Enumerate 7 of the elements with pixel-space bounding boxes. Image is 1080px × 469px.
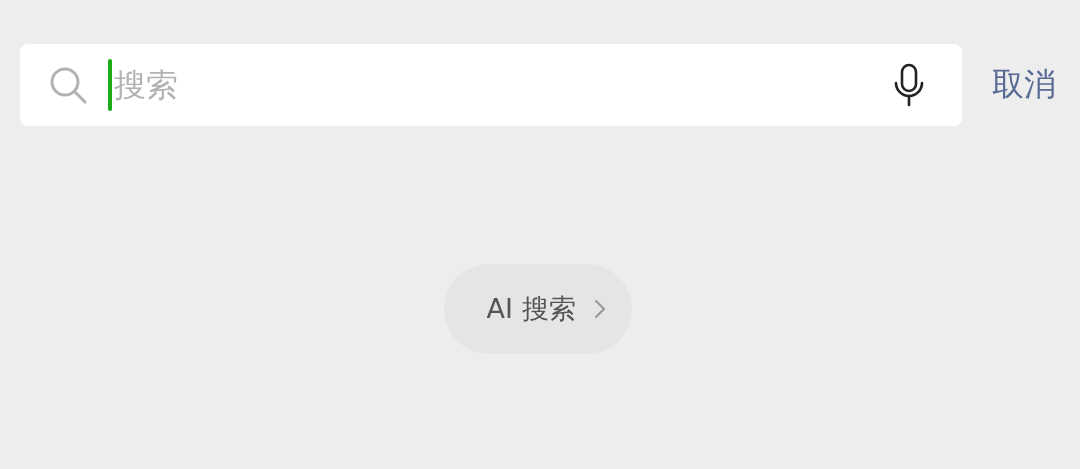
cancel-button[interactable]: 取消 [992,63,1056,107]
ai-search-button[interactable]: AI 搜索 [444,264,632,354]
search-input[interactable]: 搜索 [114,66,892,104]
chevron-icon [593,299,606,319]
search-icon [48,65,88,105]
microphone-icon[interactable] [892,63,926,107]
search-field[interactable]: 搜索 [20,44,962,126]
